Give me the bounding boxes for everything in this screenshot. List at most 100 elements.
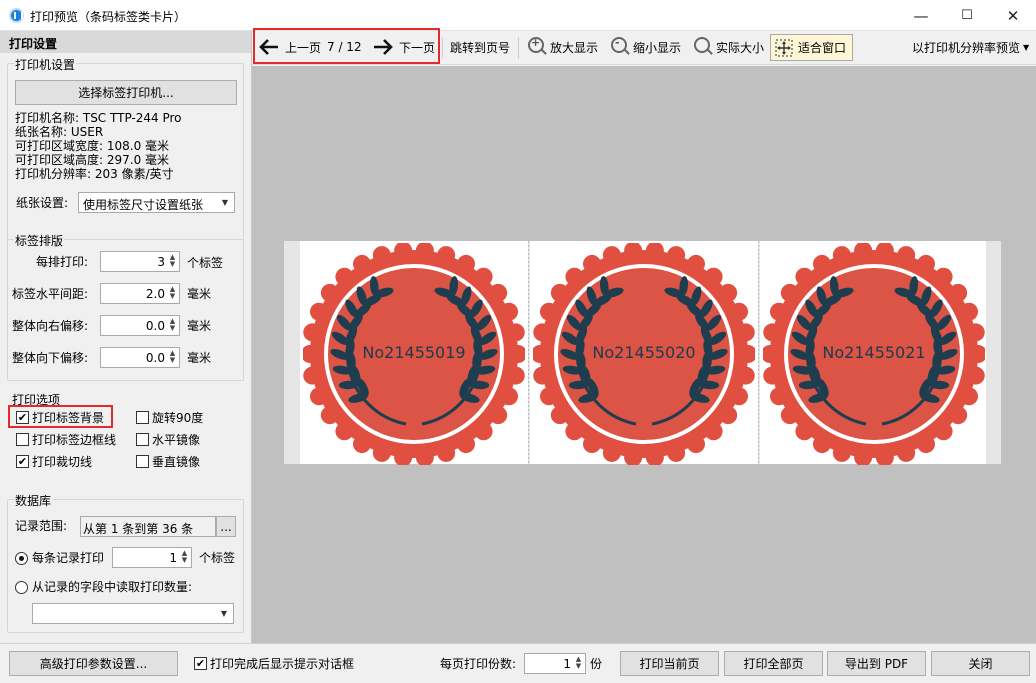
print-cutline-checkbox[interactable]: ✔: [16, 455, 29, 468]
record-range-button[interactable]: ...: [216, 516, 236, 537]
show-dialog-checkbox[interactable]: ✔: [194, 657, 207, 670]
h-spacing-stepper[interactable]: 2.0 ▲ ▼: [100, 283, 180, 304]
label-number-1: No21455019: [362, 343, 466, 362]
offset-down-value: 0.0: [145, 351, 165, 365]
paper-name-info: 纸张名称: USER: [15, 125, 104, 139]
dropdown-caret-icon: ▼: [1023, 42, 1030, 52]
printable-height-info: 可打印区域高度: 297.0 毫米: [15, 153, 170, 167]
zoom-out-label: 缩小显示: [633, 40, 682, 55]
advanced-settings-button[interactable]: 高级打印参数设置...: [9, 651, 178, 676]
paper-setting-select[interactable]: 使用标签尺寸设置纸张 ▼: [78, 192, 235, 213]
close-window-button[interactable]: ✕: [990, 0, 1036, 31]
per-row-label: 每排打印:: [36, 255, 89, 269]
checkmark-icon: ✔: [17, 411, 28, 424]
spin-arrows-icon[interactable]: ▲ ▼: [168, 350, 177, 364]
per-row-value: 3: [157, 255, 165, 269]
close-button[interactable]: 关闭: [931, 651, 1030, 676]
fit-window-icon: [775, 39, 793, 57]
select-printer-button[interactable]: 选择标签打印机...: [15, 80, 237, 105]
per-record-value: 1: [169, 551, 177, 565]
copies-stepper[interactable]: 1 ▲ ▼: [524, 653, 586, 674]
prev-page-button[interactable]: 上一页: [258, 35, 321, 59]
zoom-out-button[interactable]: - 缩小显示: [609, 35, 681, 59]
print-background-checkbox[interactable]: ✔: [16, 411, 29, 424]
cut-line: [758, 241, 759, 464]
print-background-label[interactable]: 打印标签背景: [32, 411, 104, 425]
jump-to-page-button[interactable]: 跳转到页号: [450, 35, 510, 59]
copies-value: 1: [563, 657, 571, 671]
record-range-label: 记录范围:: [15, 519, 68, 533]
preview-mode-label: 以打印机分辨率预览: [912, 40, 1021, 55]
next-page-label: 下一页: [399, 40, 436, 55]
h-spacing-unit: 毫米: [187, 287, 212, 301]
label-number-2: No21455020: [592, 343, 696, 362]
offset-down-stepper[interactable]: 0.0 ▲ ▼: [100, 347, 180, 368]
h-spacing-label: 标签水平间距:: [12, 287, 89, 301]
next-page-button[interactable]: 下一页: [372, 35, 435, 59]
h-mirror-checkbox[interactable]: [136, 433, 149, 446]
panel-header: 打印设置: [0, 31, 251, 53]
per-record-radio[interactable]: [15, 552, 28, 565]
print-all-button[interactable]: 打印全部页: [724, 651, 823, 676]
per-row-stepper[interactable]: 3 ▲ ▼: [100, 251, 180, 272]
print-current-button[interactable]: 打印当前页: [620, 651, 719, 676]
rotate-90-checkbox[interactable]: [136, 411, 149, 424]
actual-size-label: 实际大小: [716, 40, 765, 55]
spin-arrows-icon[interactable]: ▲ ▼: [180, 550, 189, 564]
per-record-unit: 个标签: [199, 551, 236, 565]
export-pdf-button[interactable]: 导出到 PDF: [827, 651, 926, 676]
settings-panel: 打印设置 打印机设置 选择标签打印机... 打印机名称: TSC TTP-244…: [0, 31, 252, 643]
app-icon: [9, 8, 24, 23]
offset-right-label: 整体向右偏移:: [12, 319, 89, 333]
paper-setting-value: 使用标签尺寸设置纸张: [83, 198, 204, 212]
copies-label: 每页打印份数:: [440, 657, 517, 671]
chevron-down-icon: ▼: [220, 609, 227, 618]
zoom-in-button[interactable]: + 放大显示: [526, 35, 598, 59]
printable-width-info: 可打印区域宽度: 108.0 毫米: [15, 139, 170, 153]
printer-group-title: 打印机设置: [14, 56, 77, 73]
toolbar-separator: [442, 37, 443, 59]
fit-window-button[interactable]: 适合窗口: [770, 34, 853, 61]
per-row-unit: 个标签: [187, 256, 224, 270]
v-mirror-checkbox[interactable]: [136, 455, 149, 468]
rotate-90-label[interactable]: 旋转90度: [152, 411, 203, 425]
chevron-down-icon: ▼: [221, 198, 228, 207]
zoom-in-icon: +: [528, 36, 544, 53]
title-bar: 打印预览（条码标签类卡片） — ☐ ✕: [0, 0, 1036, 31]
spin-arrows-icon[interactable]: ▲ ▼: [168, 318, 177, 332]
actual-size-button[interactable]: 实际大小: [692, 35, 764, 59]
print-cutline-label[interactable]: 打印裁切线: [32, 455, 92, 469]
h-mirror-label[interactable]: 水平镜像: [152, 433, 200, 447]
spin-arrows-icon[interactable]: ▲ ▼: [168, 286, 177, 300]
window-title: 打印预览（条码标签类卡片）: [30, 10, 187, 24]
preview-mode-dropdown[interactable]: 以打印机分辨率预览 ▼: [912, 35, 1029, 59]
magnifier-icon: [694, 37, 710, 53]
arrow-right-icon: [374, 39, 393, 55]
record-range-field: 从第 1 条到第 36 条: [80, 516, 216, 537]
offset-right-stepper[interactable]: 0.0 ▲ ▼: [100, 315, 180, 336]
spin-arrows-icon[interactable]: ▲ ▼: [168, 254, 177, 268]
checkmark-icon: ✔: [17, 455, 28, 468]
from-field-radio[interactable]: [15, 581, 28, 594]
checkmark-icon: ✔: [195, 657, 206, 670]
print-border-checkbox[interactable]: [16, 433, 29, 446]
bottom-bar: 高级打印参数设置... ✔ 打印完成后显示提示对话框 每页打印份数: 1 ▲ ▼ …: [0, 643, 1036, 683]
print-border-label[interactable]: 打印标签边框线: [32, 433, 116, 447]
offset-down-label: 整体向下偏移:: [12, 351, 89, 365]
offset-right-value: 0.0: [145, 319, 165, 333]
show-dialog-label[interactable]: 打印完成后显示提示对话框: [210, 657, 354, 671]
toolbar: 上一页 7 / 12 下一页 跳转到页号 + 放大显示 - 缩小显示 实际大小 …: [252, 28, 1036, 65]
layout-group-title: 标签排版: [14, 232, 65, 249]
per-record-label[interactable]: 每条记录打印: [32, 551, 104, 565]
per-record-stepper[interactable]: 1 ▲ ▼: [112, 547, 192, 568]
spin-arrows-icon[interactable]: ▲ ▼: [574, 656, 583, 670]
arrow-left-icon: [259, 39, 278, 55]
offset-down-unit: 毫米: [187, 351, 212, 365]
from-field-select[interactable]: ▼: [32, 603, 234, 624]
minimize-button[interactable]: —: [898, 0, 944, 31]
paper-setting-label: 纸张设置:: [16, 196, 69, 210]
maximize-button[interactable]: ☐: [944, 0, 990, 31]
v-mirror-label[interactable]: 垂直镜像: [152, 455, 200, 469]
from-field-label[interactable]: 从记录的字段中读取打印数量:: [32, 580, 192, 594]
h-spacing-value: 2.0: [145, 287, 165, 301]
